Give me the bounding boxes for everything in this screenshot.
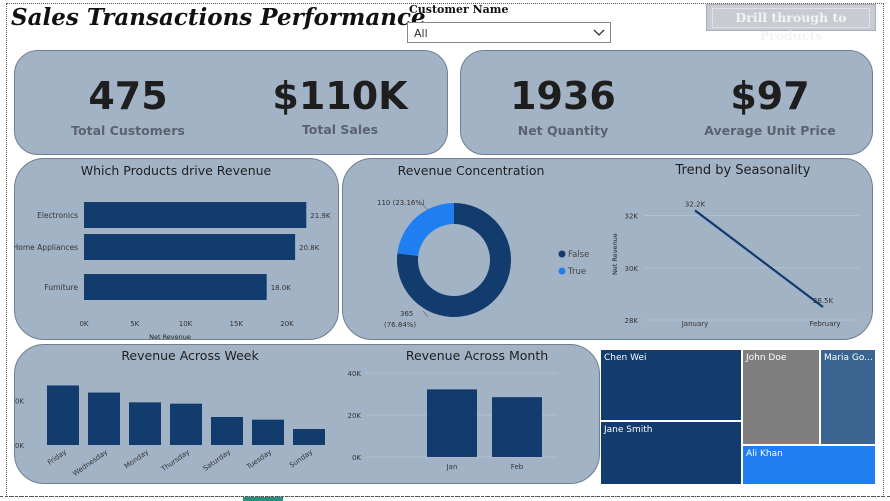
x-tick-label: Sunday bbox=[288, 448, 314, 470]
treemap-tile-maria[interactable]: Maria Go... bbox=[820, 349, 876, 445]
y-tick-label: 20K bbox=[348, 412, 362, 420]
y-tick-label: 40K bbox=[348, 370, 362, 378]
x-tick-label: 0K bbox=[79, 320, 88, 328]
treemap-tile-john-doe[interactable]: John Doe bbox=[742, 349, 820, 445]
x-tick-label: 10K bbox=[179, 320, 193, 328]
product-data-label: 21.9K bbox=[310, 212, 331, 220]
week-bar bbox=[129, 402, 161, 445]
legend-label: False bbox=[568, 250, 589, 260]
y-tick-label: 0K bbox=[15, 442, 24, 450]
kpi-total-customers-label: Total Customers bbox=[71, 123, 185, 138]
x-tick-label: Friday bbox=[46, 448, 68, 467]
y-tick-label: 28K bbox=[625, 317, 639, 325]
x-tick-label: Monday bbox=[123, 448, 150, 470]
product-bar bbox=[84, 234, 296, 260]
legend-marker bbox=[558, 267, 566, 275]
kpi-total-customers-value: 475 bbox=[88, 74, 168, 118]
trend-line bbox=[694, 209, 824, 308]
customer-filter-label: Customer Name bbox=[409, 3, 509, 16]
y-tick-label: 10K bbox=[14, 398, 24, 406]
product-bar bbox=[84, 202, 307, 228]
x-tick-label: Jan bbox=[446, 463, 458, 471]
drill-through-label: Drill through to Products bbox=[712, 8, 870, 43]
week-chart-title: Revenue Across Week bbox=[121, 348, 259, 363]
week-bar bbox=[88, 392, 120, 445]
treemap-label: Chen Wei bbox=[604, 353, 647, 363]
slice-leader-line bbox=[422, 310, 429, 318]
month-chart-title: Revenue Across Month bbox=[405, 348, 549, 363]
page-bottom-divider bbox=[0, 496, 890, 501]
chevron-down-icon bbox=[593, 29, 605, 36]
treemap-tile-jane-smith[interactable]: Jane Smith bbox=[600, 421, 742, 485]
seasonality-line-chart: 28K 30K 32K Net Revenue 32.2K January 28.5K Feb… bbox=[611, 200, 859, 328]
kpi-total-sales-label: Total Sales bbox=[301, 122, 379, 137]
month-bar bbox=[427, 389, 477, 457]
x-axis-label: Net Revenue bbox=[149, 333, 191, 340]
month-bar-chart: 0K 20K 40K Jan Feb bbox=[348, 370, 558, 471]
line-data-label: 32.2K bbox=[685, 200, 706, 208]
product-category-label: Furniture bbox=[44, 283, 78, 292]
y-tick-label: 30K bbox=[625, 265, 639, 273]
legend-label: True bbox=[567, 267, 586, 277]
customer-treemap: Chen Wei Jane Smith John Doe Maria Go...… bbox=[600, 349, 876, 485]
line-data-label: 28.5K bbox=[813, 297, 834, 305]
x-tick-label: 15K bbox=[230, 320, 244, 328]
week-bar bbox=[293, 429, 325, 445]
week-bar-chart: 0K 10K FridayWednesday Monday Thursday Saturd… bbox=[14, 385, 325, 478]
x-tick-label: Saturday bbox=[202, 448, 232, 473]
x-tick-label: Tuesday bbox=[244, 448, 273, 471]
x-tick-label: 20K bbox=[280, 320, 294, 328]
x-tick-label: Thursday bbox=[159, 448, 191, 474]
drill-through-button[interactable]: Drill through to Products bbox=[706, 4, 876, 43]
treemap-label: Jane Smith bbox=[604, 425, 653, 435]
y-axis-label: Net Revenue bbox=[611, 233, 619, 275]
kpi-net-quantity-value: 1936 bbox=[510, 74, 616, 118]
product-category-label: Electronics bbox=[37, 211, 78, 220]
x-tick-label: 5K bbox=[130, 320, 139, 328]
donut-slice bbox=[397, 203, 454, 256]
customer-name-dropdown[interactable]: All bbox=[407, 22, 611, 43]
week-bar bbox=[47, 385, 79, 445]
revenue-concentration-donut: 365 (76.84%) 110 (23.16%) False True bbox=[377, 199, 589, 329]
treemap-tile-chen-wei[interactable]: Chen Wei bbox=[600, 349, 742, 421]
week-bar bbox=[211, 417, 243, 445]
customer-filter-value: All bbox=[414, 27, 428, 40]
kpi-total-sales-value: $110K bbox=[272, 74, 408, 118]
product-bar bbox=[84, 274, 267, 300]
x-tick-label: January bbox=[681, 320, 709, 328]
treemap-tile-ali-khan[interactable]: Ali Khan bbox=[742, 445, 876, 485]
x-tick-label: Feb bbox=[511, 463, 524, 471]
product-category-label: Home Appliances bbox=[14, 243, 78, 252]
products-bar-chart: Electronics 21.9K Home Appliances 20.8K Furn… bbox=[14, 202, 331, 340]
treemap-label: Maria Go... bbox=[824, 353, 873, 363]
week-bar bbox=[252, 419, 284, 445]
week-bar bbox=[170, 403, 202, 445]
product-data-label: 20.8K bbox=[299, 244, 320, 252]
page-tab-marker bbox=[243, 497, 283, 501]
kpi-average-unit-price-label: Average Unit Price bbox=[704, 123, 836, 138]
kpi-average-unit-price-value: $97 bbox=[730, 74, 810, 118]
slice-true-label: 110 (23.16%) bbox=[377, 199, 425, 207]
treemap-label: Ali Khan bbox=[746, 449, 783, 459]
slice-false-count-label: 365 bbox=[400, 310, 413, 318]
slice-false-percent-label: (76.84%) bbox=[384, 321, 416, 329]
y-tick-label: 0K bbox=[352, 454, 361, 462]
seasonality-chart-title: Trend by Seasonality bbox=[675, 163, 811, 178]
kpi-net-quantity-label: Net Quantity bbox=[517, 123, 609, 138]
y-tick-label: 32K bbox=[625, 213, 639, 221]
product-data-label: 18.0K bbox=[271, 284, 292, 292]
x-tick-label: Wednesday bbox=[71, 448, 109, 478]
page-title: Sales Transactions Performance bbox=[11, 4, 426, 31]
products-chart-title: Which Products drive Revenue bbox=[80, 163, 272, 178]
month-bar bbox=[492, 397, 542, 457]
concentration-chart-title: Revenue Concentration bbox=[397, 163, 545, 178]
legend-marker bbox=[558, 250, 566, 258]
treemap-label: John Doe bbox=[746, 353, 787, 363]
x-tick-label: February bbox=[809, 320, 840, 328]
